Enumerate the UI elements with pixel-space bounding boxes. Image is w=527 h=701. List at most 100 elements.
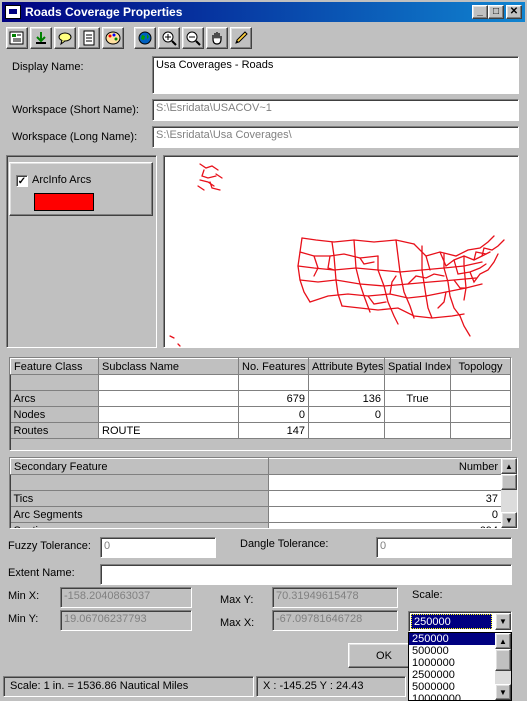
table-cell[interactable] xyxy=(238,374,309,391)
scroll-thumb[interactable] xyxy=(501,474,517,490)
workspace-long-field[interactable]: S:\Esridata\Usa Coverages\ xyxy=(152,126,519,148)
status-scale: Scale: 1 in. = 1536.86 Nautical Miles xyxy=(3,676,254,697)
maximize-button[interactable]: □ xyxy=(488,5,504,19)
feature-table-header[interactable]: Topology xyxy=(450,358,511,375)
table-cell[interactable]: Nodes xyxy=(10,406,99,423)
scale-dropdown-arrow-icon[interactable]: ▼ xyxy=(495,613,511,630)
table-row[interactable] xyxy=(10,374,511,391)
table-cell[interactable] xyxy=(450,374,511,391)
scroll-up-button[interactable]: ▲ xyxy=(501,458,517,474)
table-cell[interactable] xyxy=(10,474,269,491)
table-cell[interactable]: Arc Segments xyxy=(10,506,269,523)
scale-dropdown-list[interactable]: 250000 500000 1000000 2500000 5000000 1000000… xyxy=(408,632,512,701)
table-row[interactable]: Sections694 xyxy=(10,522,502,528)
table-cell[interactable] xyxy=(10,374,99,391)
table-cell[interactable]: 0 xyxy=(268,506,502,523)
max-x-field[interactable]: -67.09781646728 xyxy=(272,610,398,631)
zoom-out-icon[interactable] xyxy=(182,27,204,49)
scale-label: Scale: xyxy=(412,589,443,601)
scale-selected-value[interactable]: 250000 xyxy=(411,614,492,629)
title-bar: Roads Coverage Properties xyxy=(2,2,525,22)
scale-option[interactable]: 250000 xyxy=(409,633,495,645)
feature-table-header[interactable]: Feature Class xyxy=(10,358,99,375)
secondary-table-scrollbar[interactable]: ▲ ▼ xyxy=(501,458,517,528)
table-cell[interactable] xyxy=(308,422,385,439)
scale-list-scrollbar[interactable]: ▲ ▼ xyxy=(495,633,511,700)
palette-icon[interactable] xyxy=(102,27,124,49)
table-row[interactable]: Routes ROUTE 147 xyxy=(10,422,511,439)
table-cell[interactable]: 0 xyxy=(308,406,385,423)
table-cell[interactable] xyxy=(268,474,502,491)
min-x-field[interactable]: -158.2040863037 xyxy=(60,587,192,608)
table-cell[interactable] xyxy=(384,422,451,439)
feature-table-header[interactable]: No. Features xyxy=(238,358,309,375)
scale-option[interactable]: 1000000 xyxy=(409,657,495,669)
table-cell[interactable] xyxy=(98,374,239,391)
feature-table-header[interactable]: Spatial Index xyxy=(384,358,451,375)
table-cell[interactable] xyxy=(98,390,239,407)
fuzzy-tolerance-field[interactable]: 0 xyxy=(100,537,216,558)
table-cell[interactable]: ROUTE xyxy=(98,422,239,439)
table-row[interactable]: Arcs 679 136 True xyxy=(10,390,511,407)
scale-list-scroll-up[interactable]: ▲ xyxy=(495,633,511,649)
scroll-down-button[interactable]: ▼ xyxy=(501,512,517,528)
dangle-tolerance-field[interactable]: 0 xyxy=(376,537,512,558)
table-row[interactable]: Arc Segments 0 xyxy=(10,506,502,523)
table-cell[interactable] xyxy=(450,422,511,439)
map-preview[interactable] xyxy=(163,155,519,348)
max-y-field[interactable]: 70.31949615478 xyxy=(272,587,398,608)
scale-option[interactable]: 10000000 xyxy=(409,693,495,700)
identify-icon[interactable] xyxy=(54,27,76,49)
scale-option[interactable]: 500000 xyxy=(409,645,495,657)
scale-list-scroll-down[interactable]: ▼ xyxy=(495,684,511,700)
table-cell[interactable]: 147 xyxy=(238,422,309,439)
layer-legend-item[interactable]: ✓ ArcInfo Arcs xyxy=(9,162,153,216)
scale-option[interactable]: 2500000 xyxy=(409,669,495,681)
pencil-icon[interactable] xyxy=(230,27,252,49)
table-cell[interactable] xyxy=(450,406,511,423)
zoom-in-icon[interactable] xyxy=(158,27,180,49)
download-icon[interactable] xyxy=(30,27,52,49)
feature-table-header[interactable]: Subclass Name xyxy=(98,358,239,375)
table-cell[interactable]: 679 xyxy=(238,390,309,407)
globe-icon[interactable] xyxy=(134,27,156,49)
secondary-table-header[interactable]: Secondary Feature xyxy=(10,458,269,475)
scale-dropdown[interactable]: 250000 ▼ xyxy=(408,611,512,632)
table-cell[interactable]: 136 xyxy=(308,390,385,407)
document-icon[interactable] xyxy=(78,27,100,49)
table-row[interactable]: Tics 37 xyxy=(10,490,502,507)
properties-icon[interactable] xyxy=(6,27,28,49)
table-cell[interactable] xyxy=(384,406,451,423)
secondary-table-header[interactable]: Number xyxy=(268,458,502,475)
minimize-button[interactable]: _ xyxy=(472,5,488,19)
table-cell[interactable] xyxy=(98,406,239,423)
feature-class-table[interactable]: Feature Class Subclass Name No. Features At… xyxy=(9,357,512,451)
workspace-short-field[interactable]: S:\Esridata\USACOV~1 xyxy=(152,99,519,121)
table-cell[interactable]: 37 xyxy=(268,490,502,507)
table-cell[interactable]: 694 xyxy=(268,522,502,528)
table-cell[interactable]: Routes xyxy=(10,422,99,439)
scale-list-thumb[interactable] xyxy=(495,649,511,671)
table-cell[interactable]: 0 xyxy=(238,406,309,423)
max-x-label: Max X: xyxy=(220,617,255,629)
table-cell[interactable]: Tics xyxy=(10,490,269,507)
table-cell[interactable] xyxy=(384,374,451,391)
table-cell[interactable] xyxy=(308,374,385,391)
scale-option[interactable]: 5000000 xyxy=(409,681,495,693)
table-cell[interactable]: Arcs xyxy=(10,390,99,407)
table-cell[interactable]: Sections xyxy=(10,522,269,528)
feature-table-header[interactable]: Attribute Bytes xyxy=(308,358,385,375)
pan-hand-icon[interactable] xyxy=(206,27,228,49)
table-cell[interactable]: True xyxy=(384,390,451,407)
min-y-field[interactable]: 19.06706237793 xyxy=(60,610,192,631)
table-row[interactable]: Nodes 0 0 xyxy=(10,406,511,423)
table-row[interactable] xyxy=(10,474,502,491)
layer-visible-checkbox[interactable]: ✓ xyxy=(16,175,28,187)
table-cell[interactable] xyxy=(450,390,511,407)
display-name-field[interactable]: Usa Coverages - Roads xyxy=(152,56,519,94)
extent-name-field[interactable] xyxy=(100,564,512,585)
layer-color-swatch[interactable] xyxy=(34,193,94,211)
close-button[interactable]: ✕ xyxy=(506,5,522,19)
status-coordinates: X : -145.25 Y : 24.43 xyxy=(256,676,406,697)
secondary-feature-table[interactable]: Secondary Feature Number Tics 37 Arc Segmen… xyxy=(9,457,518,529)
